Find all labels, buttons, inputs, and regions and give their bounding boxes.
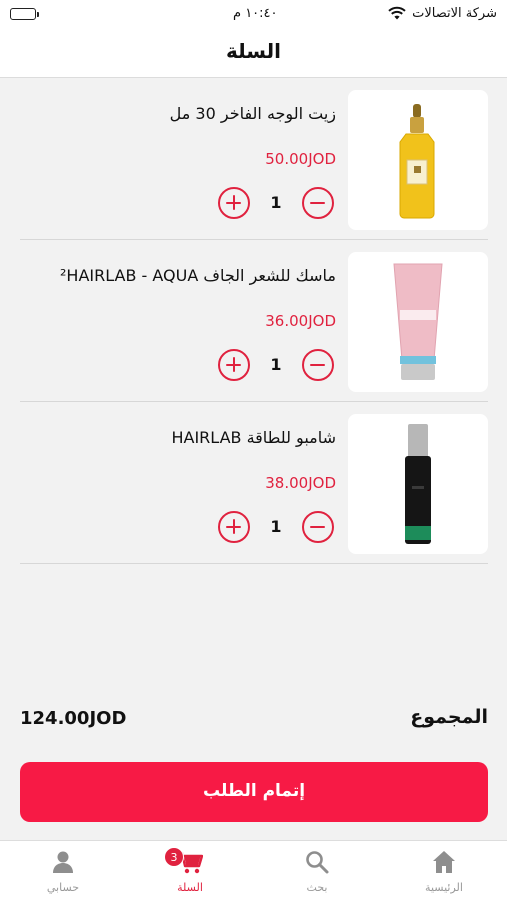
tab-cart-label: السلة: [177, 881, 203, 894]
item-price: 36.00JOD: [265, 312, 336, 330]
nav-header: السلة: [0, 30, 507, 78]
quantity-stepper: 1: [218, 349, 334, 383]
status-bar: ١٠:٤٠ م شركة الاتصالات: [0, 0, 507, 30]
page-title: السلة: [225, 39, 281, 63]
item-price: 50.00JOD: [265, 150, 336, 168]
home-icon: [433, 851, 455, 873]
quantity-stepper: 1: [218, 187, 334, 221]
item-name: ماسك للشعر الجاف ²HAIRLAB - AQUA: [60, 266, 336, 285]
increase-quantity-button[interactable]: [218, 187, 250, 219]
status-time: ١٠:٤٠ م: [233, 6, 278, 21]
total-row: المجموع 124.00JOD: [20, 706, 488, 736]
tab-home-label: الرئيسية: [425, 881, 463, 894]
decrease-quantity-button[interactable]: [302, 349, 334, 381]
item-quantity: 1: [270, 517, 282, 536]
black-shampoo-bottle-icon: [405, 424, 431, 544]
tab-account-label: حسابي: [46, 881, 80, 894]
battery-icon: [10, 8, 39, 20]
cart-item: ماسك للشعر الجاف ²HAIRLAB - AQUA 36.00JO…: [20, 240, 488, 402]
cart-count-badge: 3: [164, 847, 184, 867]
product-image-oil[interactable]: [348, 90, 488, 230]
cart-item: شامبو للطاقة HAIRLAB 38.00JOD 1: [20, 402, 488, 564]
cart-item: زيت الوجه الفاخر 30 مل 50.00JOD 1: [20, 78, 488, 240]
wifi-icon: [388, 6, 406, 20]
search-icon: [306, 851, 329, 874]
item-name: زيت الوجه الفاخر 30 مل: [169, 104, 336, 123]
total-value: 124.00JOD: [20, 708, 127, 729]
increase-quantity-button[interactable]: [218, 349, 250, 381]
item-quantity: 1: [270, 355, 282, 374]
increase-quantity-button[interactable]: [218, 511, 250, 543]
decrease-quantity-button[interactable]: [302, 187, 334, 219]
checkout-button[interactable]: إتمام الطلب: [20, 762, 488, 822]
person-icon: [53, 851, 73, 873]
carrier-name: شركة الاتصالات: [412, 6, 497, 21]
tab-home[interactable]: الرئيسية: [381, 841, 507, 900]
gold-oil-dropper-bottle-icon: [399, 104, 435, 219]
product-image-shampoo[interactable]: [348, 414, 488, 554]
tab-cart[interactable]: 3 السلة: [127, 841, 253, 900]
tab-search-label: بحث: [306, 881, 328, 894]
tab-account[interactable]: حسابي: [0, 841, 126, 900]
decrease-quantity-button[interactable]: [302, 511, 334, 543]
item-name: شامبو للطاقة HAIRLAB: [171, 428, 336, 447]
item-price: 38.00JOD: [265, 474, 336, 492]
tab-bar: حسابي 3 السلة بحث الرئيسية: [0, 840, 507, 900]
pink-hair-mask-tube-icon: [393, 263, 443, 380]
item-quantity: 1: [270, 193, 282, 212]
total-label: المجموع: [410, 706, 488, 728]
product-image-hair-mask[interactable]: [348, 252, 488, 392]
tab-search[interactable]: بحث: [254, 841, 380, 900]
quantity-stepper: 1: [218, 511, 334, 545]
